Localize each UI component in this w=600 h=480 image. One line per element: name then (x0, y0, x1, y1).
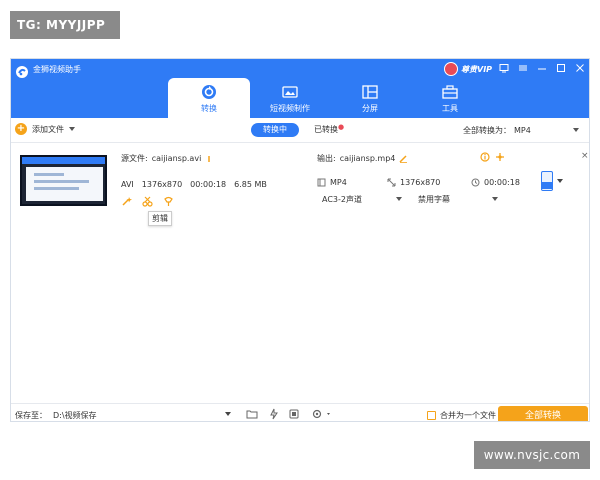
output-resolution-item: 1376x870 (387, 178, 440, 187)
bottom-bar: 保存至： D:\视频保存 合并为一个文件 全部转换 (11, 403, 589, 421)
output-label: 输出: (317, 154, 336, 163)
save-to-label: 保存至： (15, 411, 47, 420)
source-duration: 00:00:18 (190, 180, 227, 189)
source-file-line: 源文件: caijiansp.avi (121, 153, 213, 164)
remove-file-button[interactable]: × (581, 151, 589, 161)
source-size: 6.85 MB (234, 180, 267, 189)
main-tabs: 转换 短视频制作 分屏 工具 (168, 78, 490, 118)
tab-short-video[interactable]: 短视频制作 (250, 78, 330, 118)
chevron-down-icon (396, 197, 402, 201)
file-item: 源文件: caijiansp.avi AVI 1376x870 00:00:18… (11, 143, 589, 231)
maximize-icon[interactable] (556, 63, 566, 73)
move-icon[interactable] (495, 152, 505, 162)
output-duration-item: 00:00:18 (471, 178, 520, 187)
edit-pencil-icon[interactable] (399, 154, 408, 163)
output-format: MP4 (330, 178, 347, 187)
clip-tooltip: 剪辑 (148, 211, 172, 226)
output-format-select[interactable]: MP4 (511, 121, 583, 139)
merge-checkbox[interactable]: 合并为一个文件 (427, 410, 496, 421)
magic-wand-icon[interactable] (121, 196, 132, 207)
audio-track-select[interactable]: AC3-2声道 (322, 194, 408, 205)
output-resolution: 1376x870 (400, 178, 441, 187)
merge-label: 合并为一个文件 (440, 411, 496, 420)
save-path-field[interactable]: D:\视频保存 (53, 410, 97, 421)
audio-track-value: AC3-2声道 (322, 195, 362, 204)
info-icon[interactable] (205, 155, 213, 163)
resize-icon (387, 178, 396, 187)
scissors-icon[interactable] (142, 196, 153, 207)
convert-all-to-label: 全部转换为： (463, 126, 511, 135)
app-title: 金狮视频助手 (33, 65, 81, 74)
title-bar: 金狮视频助手 尊贵VIP 转换 短视频制作 分屏 工具 (11, 59, 589, 118)
source-resolution: 1376x870 (141, 180, 183, 189)
add-file-label: 添加文件 (32, 124, 64, 134)
chevron-down-icon[interactable] (69, 127, 75, 131)
info-circle-icon[interactable] (480, 152, 490, 162)
add-icon: + (15, 123, 27, 135)
tab-split-screen-label: 分屏 (362, 104, 378, 113)
chevron-down-icon (573, 128, 579, 132)
source-format: AVI (121, 180, 134, 189)
vip-badge-icon (444, 62, 458, 76)
watermark-bottom: www.nvsjc.com (474, 441, 590, 469)
app-logo-icon (16, 66, 28, 78)
chevron-down-icon (492, 197, 498, 201)
tab-converted[interactable]: 已转换● (314, 123, 345, 135)
close-icon[interactable] (575, 63, 585, 73)
subtitle-select[interactable]: 禁用字幕 (418, 194, 504, 205)
vip-label: 尊贵VIP (461, 64, 493, 74)
settings-gear-icon[interactable] (311, 407, 333, 420)
window-controls (499, 63, 585, 73)
app-window: 金狮视频助手 尊贵VIP 转换 短视频制作 分屏 工具 + 添加文件 转换中 已… (10, 58, 590, 422)
output-actions (480, 152, 505, 162)
tab-converting[interactable]: 转换中 (251, 123, 299, 137)
video-thumbnail[interactable] (20, 155, 107, 206)
folder-icon[interactable] (245, 407, 259, 420)
tab-converted-label: 已转换 (314, 125, 338, 134)
edit-tools (121, 196, 174, 207)
convert-all-button[interactable]: 全部转换 (498, 406, 588, 421)
file-toolbar: + 添加文件 转换中 已转换● 全部转换为： MP4 (11, 118, 589, 143)
output-file-line: 输出: caijiansp.mp4 (317, 153, 408, 164)
clock-icon (471, 178, 480, 187)
source-filename: caijiansp.avi (151, 154, 202, 163)
convert-icon (201, 84, 217, 100)
tab-tools[interactable]: 工具 (410, 78, 490, 118)
output-format-item: MP4 (317, 178, 347, 187)
watermark-top: TG: MYYJJPP (10, 11, 120, 39)
tab-tools-label: 工具 (442, 104, 458, 113)
vip-button[interactable]: 尊贵VIP (444, 62, 492, 76)
short-video-icon (282, 84, 298, 100)
output-duration: 00:00:18 (484, 178, 520, 187)
gpu-acceleration-icon[interactable] (267, 407, 281, 420)
film-icon (317, 178, 326, 187)
notification-dot: ● (338, 123, 345, 131)
format-settings-icon[interactable] (541, 171, 553, 191)
tab-convert[interactable]: 转换 (168, 78, 250, 118)
chevron-down-icon[interactable] (557, 179, 563, 183)
source-meta: AVI 1376x870 00:00:18 6.85 MB (121, 180, 267, 189)
menu-icon[interactable] (518, 63, 528, 73)
output-filename: caijiansp.mp4 (339, 154, 396, 163)
tab-short-video-label: 短视频制作 (270, 104, 310, 113)
split-screen-icon (362, 84, 378, 100)
output-format-value: MP4 (514, 125, 531, 135)
source-label: 源文件: (121, 154, 148, 163)
hardware-icon[interactable] (287, 407, 301, 420)
minimize-icon[interactable] (537, 63, 547, 73)
tab-split-screen[interactable]: 分屏 (330, 78, 410, 118)
checkbox-icon (427, 411, 436, 420)
effects-icon[interactable] (163, 196, 174, 207)
subtitle-value: 禁用字幕 (418, 195, 450, 204)
add-file-button[interactable]: + 添加文件 (15, 123, 75, 135)
feedback-icon[interactable] (499, 63, 509, 73)
tab-convert-label: 转换 (201, 104, 217, 113)
chevron-down-icon[interactable] (225, 412, 231, 416)
toolbox-icon (442, 84, 458, 100)
